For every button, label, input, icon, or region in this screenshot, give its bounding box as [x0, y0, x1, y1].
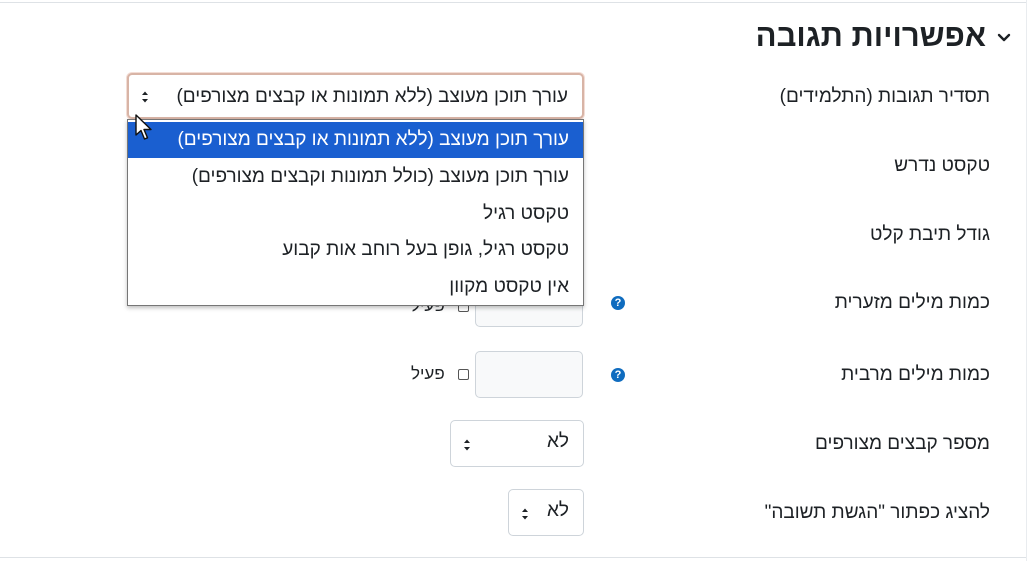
max-words-enable-label: פעיל [411, 364, 445, 383]
max-words-input[interactable] [475, 351, 583, 398]
response-format-select-value: עורך תוכן מעוצב (ללא תמונות או קבצים מצו… [176, 86, 568, 107]
top-divider [0, 2, 1026, 3]
attachments-select-value: לא [547, 431, 569, 452]
max-words-label: כמות מילים מרבית [841, 364, 990, 385]
bottom-divider [0, 557, 1026, 558]
response-format-option[interactable]: אין טקסט מקוון [128, 269, 583, 305]
response-format-option[interactable]: טקסט רגיל, גופן בעל רוחב אות קבוע [128, 232, 583, 268]
right-edge [1026, 0, 1027, 561]
response-format-dropdown: עורך תוכן מעוצב (ללא תמונות או קבצים מצו… [127, 119, 584, 306]
section-title[interactable]: אפשרויות תגובה [756, 18, 986, 54]
required-text-label: טקסט נדרש [894, 155, 990, 176]
attachments-label: מספר קבצים מצורפים [815, 433, 990, 454]
max-words-enable-checkbox[interactable] [458, 369, 469, 380]
select-arrows-icon [464, 439, 470, 451]
response-format-option[interactable]: טקסט רגיל [128, 196, 583, 232]
response-format-select[interactable]: עורך תוכן מעוצב (ללא תמונות או קבצים מצו… [127, 73, 584, 119]
min-words-help-icon[interactable]: ? [611, 296, 625, 310]
chevron-down-icon[interactable] [996, 30, 1012, 46]
min-words-label: כמות מילים מזערית [834, 292, 990, 313]
submit-button-label: להציג כפתור "הגשת תשובה" [764, 502, 990, 523]
select-arrows-icon [142, 91, 148, 103]
max-words-help-icon[interactable]: ? [611, 368, 625, 382]
response-format-option[interactable]: עורך תוכן מעוצב (כולל תמונות וקבצים מצור… [128, 159, 583, 195]
submit-button-select-value: לא [547, 500, 569, 521]
mouse-pointer-icon [135, 114, 152, 140]
select-arrows-icon [522, 508, 528, 520]
attachments-select[interactable]: לא [450, 420, 584, 467]
input-box-size-label: גודל תיבת קלט [870, 224, 990, 245]
response-format-option[interactable]: עורך תוכן מעוצב (ללא תמונות או קבצים מצו… [128, 122, 583, 158]
response-format-label: תסדיר תגובות (התלמידים) [779, 86, 990, 107]
submit-button-select[interactable]: לא [508, 489, 584, 536]
